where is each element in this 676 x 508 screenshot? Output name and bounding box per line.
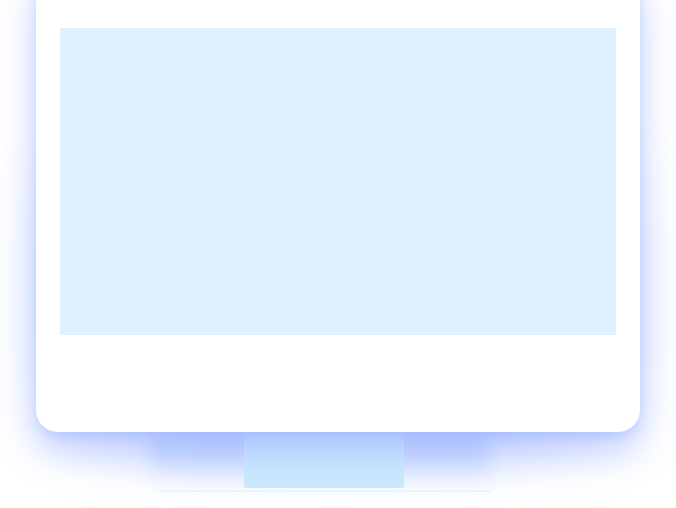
monitor-frame xyxy=(36,0,640,432)
monitor-screen xyxy=(60,28,616,335)
monitor-illustration xyxy=(0,0,676,508)
monitor-stand xyxy=(244,432,404,488)
stand-base xyxy=(160,490,490,492)
